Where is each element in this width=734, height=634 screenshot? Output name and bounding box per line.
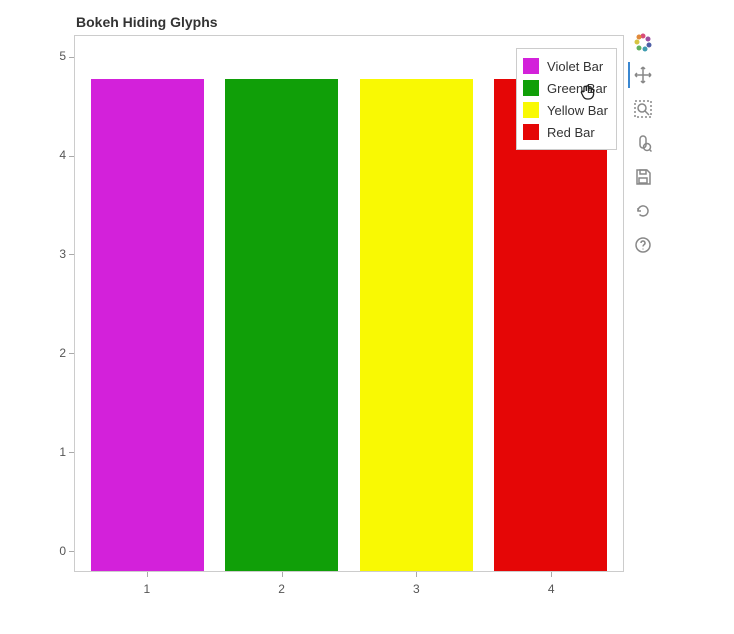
legend-item-violet[interactable]: Violet Bar [523, 55, 608, 77]
y-axis-ticks: 0 1 2 3 4 5 [0, 35, 70, 572]
bar-green[interactable] [225, 79, 338, 571]
bokeh-logo-icon[interactable] [633, 32, 653, 52]
x-tick-label: 4 [548, 582, 555, 596]
legend-swatch-icon [523, 102, 539, 118]
bar-red[interactable] [494, 79, 607, 571]
reset-tool-icon[interactable] [628, 198, 658, 224]
legend-label: Yellow Bar [547, 103, 608, 118]
y-tick-label: 2 [59, 346, 66, 360]
bar-yellow[interactable] [360, 79, 473, 571]
legend-label: Red Bar [547, 125, 595, 140]
y-tick-label: 4 [59, 148, 66, 162]
legend: Violet Bar Green Bar Yellow Bar Red Bar [516, 48, 617, 150]
bar-violet[interactable] [91, 79, 204, 571]
x-tick-label: 3 [413, 582, 420, 596]
y-tick-label: 3 [59, 247, 66, 261]
x-axis-ticks: 1 2 3 4 [74, 576, 624, 596]
y-tick-label: 5 [59, 49, 66, 63]
chart-container: Bokeh Hiding Glyphs 0 1 2 3 4 5 1 2 3 4 [0, 0, 734, 634]
legend-swatch-icon [523, 80, 539, 96]
plot-area[interactable]: Violet Bar Green Bar Yellow Bar Red Bar [74, 35, 624, 572]
x-tick-label: 2 [278, 582, 285, 596]
toolbar [628, 32, 658, 258]
y-tick-label: 0 [59, 544, 66, 558]
wheel-zoom-tool-icon[interactable] [628, 130, 658, 156]
legend-swatch-icon [523, 58, 539, 74]
legend-item-green[interactable]: Green Bar [523, 77, 608, 99]
legend-item-yellow[interactable]: Yellow Bar [523, 99, 608, 121]
chart-title: Bokeh Hiding Glyphs [76, 14, 218, 30]
legend-item-red[interactable]: Red Bar [523, 121, 608, 143]
y-tick-label: 1 [59, 445, 66, 459]
legend-label: Violet Bar [547, 59, 603, 74]
legend-label: Green Bar [547, 81, 607, 96]
pan-tool-icon[interactable] [628, 62, 658, 88]
x-tick-label: 1 [143, 582, 150, 596]
box-zoom-tool-icon[interactable] [628, 96, 658, 122]
help-tool-icon[interactable] [628, 232, 658, 258]
legend-swatch-icon [523, 124, 539, 140]
save-tool-icon[interactable] [628, 164, 658, 190]
